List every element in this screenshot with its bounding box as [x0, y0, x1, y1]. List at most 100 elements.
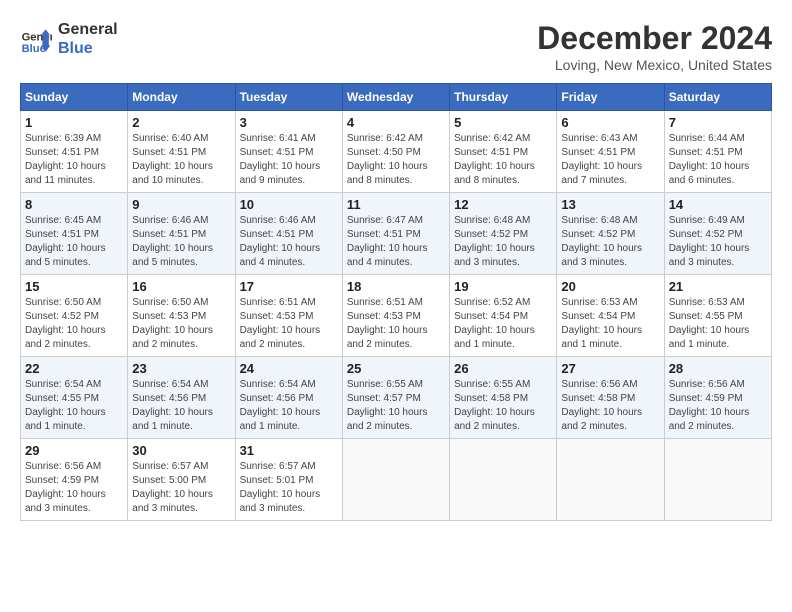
calendar-body: 1 Sunrise: 6:39 AMSunset: 4:51 PMDaylight… — [21, 111, 772, 521]
calendar-cell: 6Sunrise: 6:43 AMSunset: 4:51 PMDaylight… — [557, 111, 664, 193]
calendar-week-row: 8Sunrise: 6:45 AMSunset: 4:51 PMDaylight… — [21, 193, 772, 275]
day-number: 20 — [561, 279, 659, 294]
day-sun-info: Sunrise: 6:51 AMSunset: 4:53 PMDaylight:… — [240, 296, 338, 352]
day-number: 27 — [561, 361, 659, 376]
weekday-header-tuesday: Tuesday — [235, 84, 342, 111]
day-number: 19 — [454, 279, 552, 294]
day-number: 14 — [669, 197, 767, 212]
day-number: 11 — [347, 197, 445, 212]
day-number: 9 — [132, 197, 230, 212]
day-sun-info: Sunrise: 6:39 AMSunset: 4:51 PMDaylight:… — [25, 132, 123, 188]
day-sun-info: Sunrise: 6:56 AMSunset: 4:59 PMDaylight:… — [25, 460, 123, 516]
day-sun-info: Sunrise: 6:54 AMSunset: 4:55 PMDaylight:… — [25, 378, 123, 434]
day-sun-info: Sunrise: 6:47 AMSunset: 4:51 PMDaylight:… — [347, 214, 445, 270]
logo-icon: General Blue — [20, 23, 52, 55]
day-sun-info: Sunrise: 6:55 AMSunset: 4:58 PMDaylight:… — [454, 378, 552, 434]
day-number: 13 — [561, 197, 659, 212]
logo-wordmark: GeneralBlue — [58, 20, 118, 58]
calendar-cell: 10 Sunrise: 6:46 AMSunset: 4:51 PMDayligh… — [235, 193, 342, 275]
calendar-cell: 23 Sunrise: 6:54 AMSunset: 4:56 PMDayligh… — [128, 357, 235, 439]
calendar-cell: 5 Sunrise: 6:42 AMSunset: 4:51 PMDaylight… — [450, 111, 557, 193]
calendar-cell: 21 Sunrise: 6:53 AMSunset: 4:55 PMDayligh… — [664, 275, 771, 357]
calendar-week-row: 22 Sunrise: 6:54 AMSunset: 4:55 PMDayligh… — [21, 357, 772, 439]
day-number: 1 — [25, 115, 123, 130]
logo: General Blue GeneralBlue — [20, 20, 118, 58]
day-number: 24 — [240, 361, 338, 376]
day-sun-info: Sunrise: 6:48 AMSunset: 4:52 PMDaylight:… — [561, 214, 659, 270]
day-number: 2 — [132, 115, 230, 130]
calendar-cell: 31 Sunrise: 6:57 AMSunset: 5:01 PMDayligh… — [235, 439, 342, 521]
day-number: 17 — [240, 279, 338, 294]
weekday-header-sunday: Sunday — [21, 84, 128, 111]
day-sun-info: Sunrise: 6:46 AMSunset: 4:51 PMDaylight:… — [132, 214, 230, 270]
weekday-header-thursday: Thursday — [450, 84, 557, 111]
day-number: 22 — [25, 361, 123, 376]
day-number: 26 — [454, 361, 552, 376]
day-sun-info: Sunrise: 6:49 AMSunset: 4:52 PMDaylight:… — [669, 214, 767, 270]
day-sun-info: Sunrise: 6:45 AMSunset: 4:51 PMDaylight:… — [25, 214, 123, 270]
calendar-cell — [342, 439, 449, 521]
day-sun-info: Sunrise: 6:57 AMSunset: 5:01 PMDaylight:… — [240, 460, 338, 516]
calendar-week-row: 29Sunrise: 6:56 AMSunset: 4:59 PMDayligh… — [21, 439, 772, 521]
day-sun-info: Sunrise: 6:48 AMSunset: 4:52 PMDaylight:… — [454, 214, 552, 270]
weekday-header-monday: Monday — [128, 84, 235, 111]
calendar-cell: 25Sunrise: 6:55 AMSunset: 4:57 PMDayligh… — [342, 357, 449, 439]
svg-text:Blue: Blue — [22, 43, 46, 55]
day-sun-info: Sunrise: 6:53 AMSunset: 4:54 PMDaylight:… — [561, 296, 659, 352]
calendar-cell: 8Sunrise: 6:45 AMSunset: 4:51 PMDaylight… — [21, 193, 128, 275]
day-number: 4 — [347, 115, 445, 130]
day-number: 23 — [132, 361, 230, 376]
calendar-table: SundayMondayTuesdayWednesdayThursdayFrid… — [20, 83, 772, 521]
day-sun-info: Sunrise: 6:46 AMSunset: 4:51 PMDaylight:… — [240, 214, 338, 270]
calendar-cell: 16 Sunrise: 6:50 AMSunset: 4:53 PMDayligh… — [128, 275, 235, 357]
day-number: 28 — [669, 361, 767, 376]
calendar-cell: 22 Sunrise: 6:54 AMSunset: 4:55 PMDayligh… — [21, 357, 128, 439]
day-sun-info: Sunrise: 6:41 AMSunset: 4:51 PMDaylight:… — [240, 132, 338, 188]
day-sun-info: Sunrise: 6:53 AMSunset: 4:55 PMDaylight:… — [669, 296, 767, 352]
calendar-cell: 14 Sunrise: 6:49 AMSunset: 4:52 PMDayligh… — [664, 193, 771, 275]
calendar-week-row: 1 Sunrise: 6:39 AMSunset: 4:51 PMDaylight… — [21, 111, 772, 193]
calendar-cell — [557, 439, 664, 521]
day-number: 30 — [132, 443, 230, 458]
day-sun-info: Sunrise: 6:52 AMSunset: 4:54 PMDaylight:… — [454, 296, 552, 352]
title-area: December 2024 Loving, New Mexico, United… — [537, 20, 772, 73]
calendar-cell: 20 Sunrise: 6:53 AMSunset: 4:54 PMDayligh… — [557, 275, 664, 357]
day-sun-info: Sunrise: 6:54 AMSunset: 4:56 PMDaylight:… — [132, 378, 230, 434]
day-sun-info: Sunrise: 6:50 AMSunset: 4:52 PMDaylight:… — [25, 296, 123, 352]
calendar-cell: 12 Sunrise: 6:48 AMSunset: 4:52 PMDayligh… — [450, 193, 557, 275]
day-sun-info: Sunrise: 6:50 AMSunset: 4:53 PMDaylight:… — [132, 296, 230, 352]
calendar-cell: 28 Sunrise: 6:56 AMSunset: 4:59 PMDayligh… — [664, 357, 771, 439]
calendar-cell: 9 Sunrise: 6:46 AMSunset: 4:51 PMDaylight… — [128, 193, 235, 275]
day-number: 18 — [347, 279, 445, 294]
day-number: 16 — [132, 279, 230, 294]
calendar-week-row: 15 Sunrise: 6:50 AMSunset: 4:52 PMDayligh… — [21, 275, 772, 357]
day-sun-info: Sunrise: 6:42 AMSunset: 4:50 PMDaylight:… — [347, 132, 445, 188]
calendar-cell: 3 Sunrise: 6:41 AMSunset: 4:51 PMDaylight… — [235, 111, 342, 193]
calendar-cell: 26 Sunrise: 6:55 AMSunset: 4:58 PMDayligh… — [450, 357, 557, 439]
day-number: 21 — [669, 279, 767, 294]
calendar-cell: 17 Sunrise: 6:51 AMSunset: 4:53 PMDayligh… — [235, 275, 342, 357]
weekday-header-friday: Friday — [557, 84, 664, 111]
weekday-header-wednesday: Wednesday — [342, 84, 449, 111]
day-sun-info: Sunrise: 6:51 AMSunset: 4:53 PMDaylight:… — [347, 296, 445, 352]
day-sun-info: Sunrise: 6:42 AMSunset: 4:51 PMDaylight:… — [454, 132, 552, 188]
day-sun-info: Sunrise: 6:40 AMSunset: 4:51 PMDaylight:… — [132, 132, 230, 188]
day-number: 7 — [669, 115, 767, 130]
calendar-cell: 4 Sunrise: 6:42 AMSunset: 4:50 PMDaylight… — [342, 111, 449, 193]
calendar-cell: 11 Sunrise: 6:47 AMSunset: 4:51 PMDayligh… — [342, 193, 449, 275]
day-number: 5 — [454, 115, 552, 130]
weekday-header-saturday: Saturday — [664, 84, 771, 111]
calendar-cell: 13 Sunrise: 6:48 AMSunset: 4:52 PMDayligh… — [557, 193, 664, 275]
day-sun-info: Sunrise: 6:55 AMSunset: 4:57 PMDaylight:… — [347, 378, 445, 434]
day-number: 31 — [240, 443, 338, 458]
calendar-header-row: SundayMondayTuesdayWednesdayThursdayFrid… — [21, 84, 772, 111]
calendar-cell: 7Sunrise: 6:44 AMSunset: 4:51 PMDaylight… — [664, 111, 771, 193]
day-sun-info: Sunrise: 6:56 AMSunset: 4:59 PMDaylight:… — [669, 378, 767, 434]
day-number: 10 — [240, 197, 338, 212]
day-number: 3 — [240, 115, 338, 130]
calendar-cell — [664, 439, 771, 521]
day-number: 15 — [25, 279, 123, 294]
day-number: 12 — [454, 197, 552, 212]
calendar-cell — [450, 439, 557, 521]
calendar-cell: 19 Sunrise: 6:52 AMSunset: 4:54 PMDayligh… — [450, 275, 557, 357]
